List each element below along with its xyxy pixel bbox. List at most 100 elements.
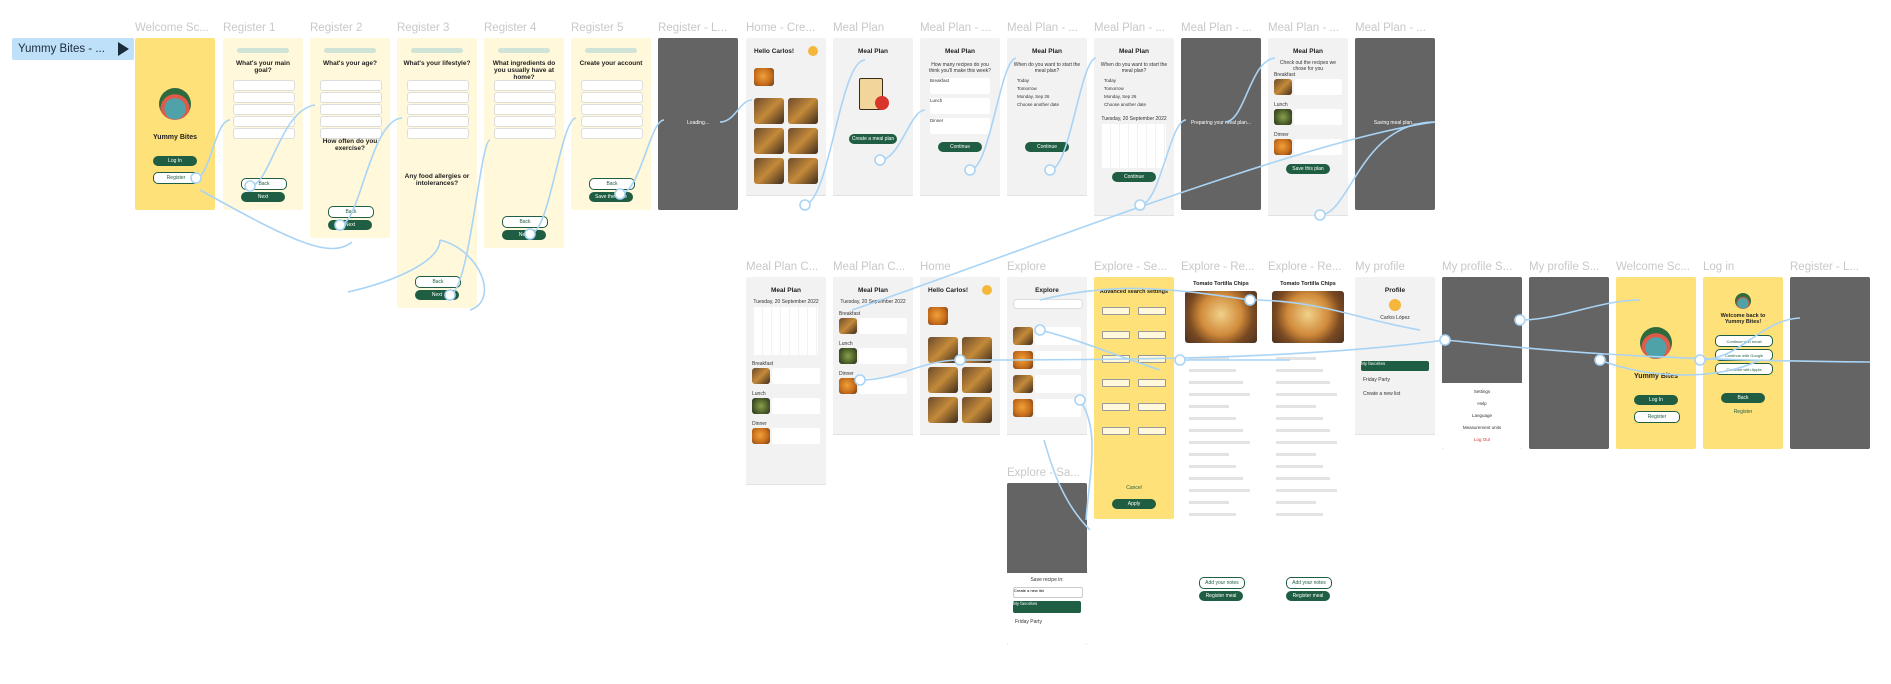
answer-option[interactable]	[581, 80, 643, 91]
next-button[interactable]: Save the base	[589, 192, 633, 202]
featured-recipe[interactable]	[754, 68, 774, 86]
next-button[interactable]: Next	[415, 290, 459, 300]
recipe-thumbnail[interactable]	[1274, 79, 1292, 95]
option-row[interactable]: Monday, Sep 26	[1017, 94, 1077, 100]
filter-checkbox[interactable]	[1102, 427, 1130, 435]
bottom-navigation[interactable]	[1094, 215, 1174, 230]
bottom-navigation[interactable]	[1007, 434, 1087, 449]
add-notes-button[interactable]: Add your notes	[1286, 577, 1332, 589]
recipe-card[interactable]	[788, 158, 818, 184]
frame-exploreRe2[interactable]: Tomato Tortilla Chips Add your notes Regis…	[1268, 277, 1348, 617]
social-login-button[interactable]: Continue with email	[1715, 335, 1773, 347]
recipe-card[interactable]	[859, 348, 907, 364]
option-row[interactable]: Monday, Sep 26	[1104, 94, 1164, 100]
register-button[interactable]: Register	[1634, 411, 1680, 423]
bottom-navigation[interactable]	[833, 195, 913, 210]
option-row[interactable]: Dinner	[930, 118, 990, 134]
recipe-thumbnail[interactable]	[752, 368, 770, 384]
cancel-button[interactable]: Cancel	[1112, 483, 1156, 493]
answer-option[interactable]	[407, 128, 469, 139]
recipe-thumbnail[interactable]	[1274, 109, 1292, 125]
recipe-card[interactable]	[1035, 327, 1081, 345]
bottom-navigation[interactable]	[920, 434, 1000, 449]
recipe-card[interactable]	[859, 318, 907, 334]
option-row[interactable]: Tomorrow	[1104, 86, 1164, 92]
menu-item[interactable]: Settings	[1442, 389, 1522, 394]
bottom-navigation[interactable]	[1355, 434, 1435, 449]
recipe-card[interactable]	[772, 428, 820, 444]
recipe-card[interactable]	[1035, 375, 1081, 393]
frame-mealPlan2[interactable]: Meal Plan How many recipes do you think y…	[920, 38, 1000, 210]
bottom-navigation[interactable]	[1268, 215, 1348, 230]
recipe-card[interactable]	[928, 397, 958, 423]
next-button[interactable]: Next	[328, 220, 372, 230]
flow-starting-point[interactable]: Yummy Bites - ...	[12, 38, 134, 60]
answer-option[interactable]	[407, 92, 469, 103]
answer-option[interactable]	[407, 80, 469, 91]
recipe-thumbnail[interactable]	[752, 398, 770, 414]
add-notes-button[interactable]: Add your notes	[1199, 577, 1245, 589]
option-row[interactable]: Tomorrow	[1017, 86, 1077, 92]
apply-button[interactable]: Apply	[1112, 499, 1156, 509]
answer-option[interactable]	[233, 104, 295, 115]
option-row[interactable]: Lunch	[930, 98, 990, 114]
option-row[interactable]: Breakfast	[930, 78, 990, 94]
recipe-card[interactable]	[1035, 351, 1081, 369]
answer-option[interactable]	[581, 104, 643, 115]
frame-mealPlan3[interactable]: Meal Plan When do you want to start the m…	[1007, 38, 1087, 210]
recipe-card[interactable]	[772, 368, 820, 384]
answer-option[interactable]	[233, 116, 295, 127]
frame-homeCre[interactable]: Hello Carlos!	[746, 38, 826, 210]
frame-exploreRe[interactable]: Tomato Tortilla Chips Add your notes Regis…	[1181, 277, 1261, 617]
frame-exploreSa[interactable]: Save recipe in: Create a new list My favor…	[1007, 483, 1087, 645]
frame-exploreSe[interactable]: Advanced search settings Cancel Apply	[1094, 277, 1174, 519]
recipe-thumbnail[interactable]	[1013, 399, 1033, 417]
answer-option[interactable]	[494, 80, 556, 91]
answer-option[interactable]	[581, 116, 643, 127]
option-row[interactable]: Choose another date	[1104, 102, 1164, 108]
frame-welcome2[interactable]: Yummy Bites Log In Register	[1616, 277, 1696, 449]
frame-mealPlan5[interactable]: Preparing your meal plan...	[1181, 38, 1261, 210]
answer-option[interactable]	[581, 92, 643, 103]
answer-option[interactable]	[320, 92, 382, 103]
frame-home[interactable]: Hello Carlos!	[920, 277, 1000, 449]
frame-register5[interactable]: Create your account Back Save the base	[571, 38, 651, 210]
featured-recipe[interactable]	[928, 307, 948, 325]
answer-option[interactable]	[407, 104, 469, 115]
my-favorites-item[interactable]: My favorites	[1361, 361, 1429, 371]
register-meal-button[interactable]: Register meal	[1286, 591, 1330, 601]
menu-item[interactable]: Help	[1442, 401, 1522, 406]
login-button[interactable]: Log In	[153, 156, 197, 166]
bottom-navigation[interactable]	[920, 195, 1000, 210]
recipe-card[interactable]	[1294, 139, 1342, 155]
frame-myProfileS[interactable]: Settings Help Language Measurement units Log…	[1442, 277, 1522, 449]
avatar[interactable]	[982, 285, 992, 295]
frame-mealPlan[interactable]: Meal Plan Create a meal plan	[833, 38, 913, 210]
filter-checkbox[interactable]	[1138, 379, 1166, 387]
social-login-button[interactable]: Continue with Apple	[1715, 363, 1773, 375]
answer-option[interactable]	[407, 116, 469, 127]
back-button[interactable]: Back	[415, 276, 461, 288]
avatar[interactable]	[1389, 299, 1401, 311]
recipe-card[interactable]	[859, 378, 907, 394]
create-list-input[interactable]: Create a new list	[1013, 587, 1083, 598]
create-meal-plan-button[interactable]: Create a meal plan	[849, 134, 897, 144]
recipe-thumbnail[interactable]	[839, 378, 857, 394]
frame-mealPlan6[interactable]: Meal Plan Check out the recipes we chose …	[1268, 38, 1348, 230]
back-button[interactable]: Back	[328, 206, 374, 218]
answer-option[interactable]	[494, 92, 556, 103]
recipe-card[interactable]	[962, 337, 992, 363]
frame-mealPlan4[interactable]: Meal Plan When do you want to start the m…	[1094, 38, 1174, 230]
frame-mealPlan7[interactable]: Saving meal plan...	[1355, 38, 1435, 210]
settings-menu[interactable]: Settings Help Language Measurement units Log…	[1442, 383, 1522, 449]
bottom-navigation[interactable]	[746, 195, 826, 210]
answer-option[interactable]	[320, 104, 382, 115]
frame-welcome[interactable]: Yummy Bites Log In Register	[135, 38, 215, 210]
play-icon[interactable]	[118, 42, 129, 56]
answer-option[interactable]	[320, 80, 382, 91]
recipe-thumbnail[interactable]	[752, 428, 770, 444]
continue-button[interactable]: Continue	[1025, 142, 1069, 152]
back-button[interactable]: Back	[589, 178, 635, 190]
frame-login[interactable]: Welcome back to Yummy Bites! Continue wit…	[1703, 277, 1783, 449]
recipe-card[interactable]	[788, 128, 818, 154]
